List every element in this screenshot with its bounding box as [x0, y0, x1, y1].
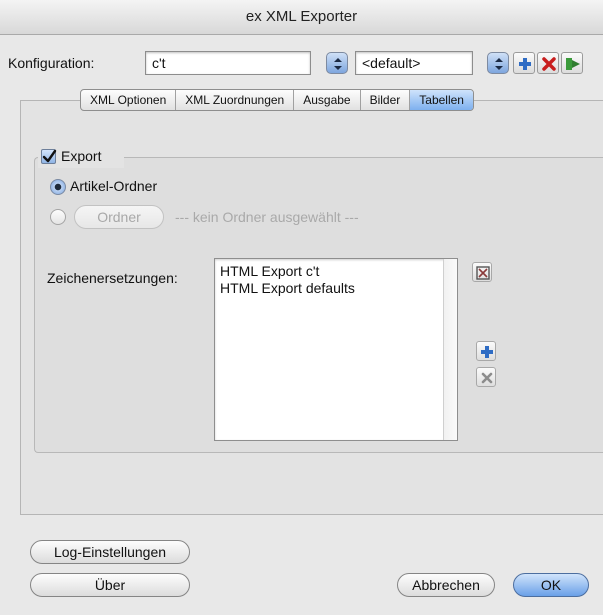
remove-replacement-x-icon[interactable] — [476, 367, 496, 387]
configuration-preset-stepper-icon[interactable] — [487, 52, 509, 74]
tab-output[interactable]: Ausgabe — [294, 90, 361, 110]
window-title: ex XML Exporter — [245, 8, 358, 25]
replacements-label: Zeichenersetzungen: — [47, 270, 178, 286]
tab-images[interactable]: Bilder — [361, 90, 411, 110]
tab-bar: XML Optionen XML Zuordnungen Ausgabe Bil… — [80, 89, 474, 111]
delete-configuration-x-icon[interactable] — [537, 52, 559, 74]
configuration-name-field[interactable]: c't — [145, 51, 311, 75]
tab-xml-options[interactable]: XML Optionen — [81, 90, 177, 110]
folder-radio[interactable] — [50, 209, 66, 225]
list-item[interactable]: HTML Export defaults — [215, 280, 457, 297]
article-folder-radio[interactable] — [50, 179, 66, 195]
export-checkbox[interactable] — [41, 149, 57, 164]
configuration-name-stepper-icon[interactable] — [326, 52, 348, 74]
folder-button[interactable]: Ordner — [74, 205, 164, 229]
add-configuration-plus-icon[interactable] — [513, 52, 535, 74]
replacements-scrollbar[interactable] — [443, 259, 457, 440]
add-replacement-plus-icon[interactable] — [476, 341, 496, 361]
edit-replacement-icon[interactable] — [472, 262, 492, 282]
folder-status-text: --- kein Ordner ausgewählt --- — [175, 209, 359, 225]
list-item[interactable]: HTML Export c't — [215, 263, 457, 280]
log-settings-button[interactable]: Log-Einstellungen — [30, 540, 190, 564]
configuration-label: Konfiguration: — [8, 55, 95, 71]
export-checkbox-label: Export — [61, 148, 102, 164]
export-configuration-arrow-icon[interactable] — [561, 52, 583, 74]
window-title-bar: ex XML Exporter — [0, 0, 603, 35]
cancel-button[interactable]: Abbrechen — [397, 573, 495, 597]
article-folder-radio-label: Artikel-Ordner — [70, 178, 158, 194]
tab-xml-mappings[interactable]: XML Zuordnungen — [176, 90, 295, 110]
about-button[interactable]: Über — [30, 573, 190, 597]
ok-button[interactable]: OK — [513, 573, 589, 597]
tab-tables[interactable]: Tabellen — [410, 90, 473, 110]
replacements-list[interactable]: HTML Export c't HTML Export defaults — [214, 258, 458, 441]
configuration-preset-field[interactable]: <default> — [355, 51, 473, 75]
